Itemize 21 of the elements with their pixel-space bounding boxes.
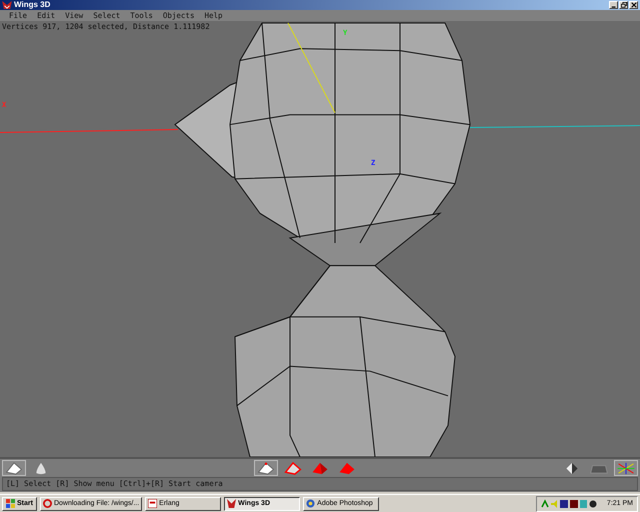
minimize-button[interactable]: [609, 1, 618, 9]
e-logo-icon: [148, 499, 158, 508]
axes-toggle-button[interactable]: [614, 460, 638, 476]
vertex-mode-button[interactable]: [254, 460, 278, 476]
body-pyramid-icon: [337, 462, 357, 474]
wings-icon: [227, 499, 236, 508]
axes-icon: [616, 462, 636, 474]
flat-shading-button[interactable]: [2, 460, 26, 476]
restore-button[interactable]: [619, 1, 628, 9]
wings-icon: [2, 1, 12, 9]
close-button[interactable]: [629, 1, 638, 9]
restore-icon: [620, 2, 626, 8]
windows-logo-icon: [6, 499, 15, 508]
window-title: Wings 3D: [14, 0, 50, 10]
vertex-pyramid-icon: [256, 462, 276, 474]
close-icon: [630, 2, 636, 8]
edge-pyramid-icon: [283, 462, 303, 474]
pyramid-icon: [4, 462, 24, 474]
o-logo-icon: [42, 499, 52, 508]
face-pyramid-icon: [310, 462, 330, 474]
eye-logo-icon: [306, 499, 316, 508]
